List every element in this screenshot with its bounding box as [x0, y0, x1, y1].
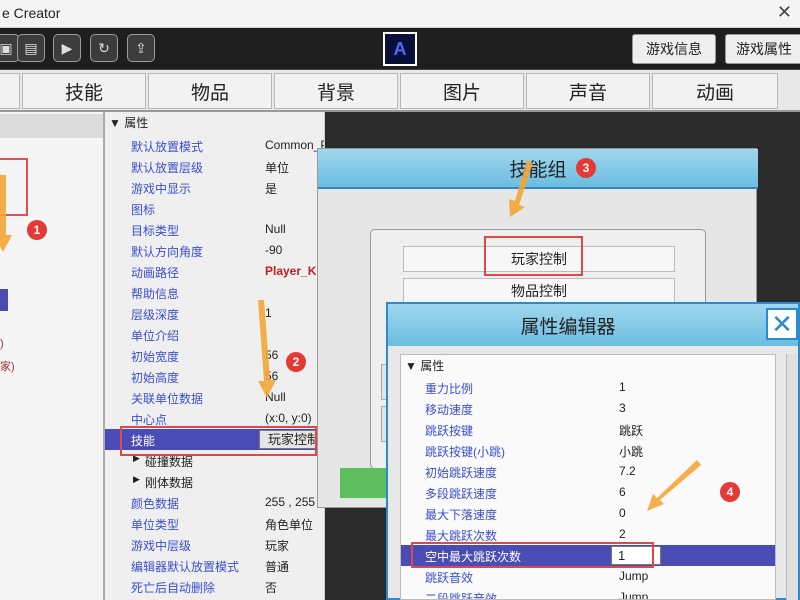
tab-images[interactable]: 图片	[400, 73, 524, 109]
property-row[interactable]: 帮助信息	[105, 282, 324, 303]
game-properties-button[interactable]: 游戏属性	[725, 34, 800, 64]
tab-backgrounds[interactable]: 背景	[274, 73, 398, 109]
attribute-section-header[interactable]: ▼ 属性	[405, 357, 444, 374]
app-logo-icon: A	[383, 32, 417, 66]
object-tag: 家)	[0, 361, 15, 373]
property-row[interactable]: 默认方向角度 -90	[105, 240, 324, 261]
window-titlebar: e Creator ✕	[0, 0, 800, 28]
game-info-button[interactable]: 游戏信息	[632, 34, 716, 64]
property-row[interactable]: 颜色数据 255 , 255	[105, 492, 324, 513]
property-row[interactable]: 编辑器默认放置模式 普通	[105, 555, 324, 576]
close-icon[interactable]: ✕	[766, 308, 798, 340]
property-row[interactable]: 单位类型 角色单位	[105, 513, 324, 534]
annotation-badge-3: 3	[576, 158, 596, 178]
object-list-header	[0, 114, 103, 138]
attribute-row[interactable]: 移动速度 3	[401, 398, 775, 419]
tab-sounds[interactable]: 声音	[526, 73, 650, 109]
resource-tabs: 技能 物品 背景 图片 声音 动画	[0, 70, 800, 112]
attribute-scrollbar[interactable]	[786, 354, 798, 600]
annotation-box-1	[0, 158, 28, 216]
property-row[interactable]: 默认放置层级 单位	[105, 156, 324, 177]
tab-previous[interactable]	[0, 73, 20, 109]
window-close-icon[interactable]: ✕	[777, 2, 792, 23]
tab-items[interactable]: 物品	[148, 73, 272, 109]
property-row[interactable]: 默认放置模式Common_Pull	[105, 135, 324, 156]
property-section-header[interactable]: ▼ 属性	[109, 114, 148, 131]
refresh-icon[interactable]: ↻	[90, 34, 118, 62]
attribute-row[interactable]: 二段跳跃音效 Jump	[401, 587, 775, 599]
property-row[interactable]: 动画路径 Player_K	[105, 261, 324, 282]
attribute-editor-title: 属性编辑器	[388, 304, 798, 346]
property-row[interactable]: 图标	[105, 198, 324, 219]
attribute-row[interactable]: 重力比例 1	[401, 377, 775, 398]
property-subsection[interactable]: ▶ 刚体数据	[105, 471, 324, 492]
toolbar: ▣ ▤ ▶ ↻ ⇪ A 游戏信息 游戏属性	[0, 28, 800, 70]
annotation-box-2	[120, 426, 317, 456]
skill-group-title: 技能组	[318, 149, 758, 189]
annotation-badge-4: 4	[720, 482, 740, 502]
annotation-badge-2: 2	[286, 352, 306, 372]
property-row[interactable]: 死亡后自动删除否	[105, 576, 324, 597]
tab-skills[interactable]: 技能	[22, 73, 146, 109]
property-row[interactable]: 游戏中层级 玩家	[105, 534, 324, 555]
object-tag: )	[0, 338, 4, 350]
selected-object-row[interactable]	[0, 289, 8, 311]
annotation-box-3	[484, 236, 583, 276]
attribute-row[interactable]: 跳跃按键(小跳) 小跳	[401, 440, 775, 461]
skill-item-item-control[interactable]: 物品控制	[403, 278, 675, 304]
save-icon[interactable]: ▤	[17, 34, 45, 62]
play-icon[interactable]: ▶	[53, 34, 81, 62]
property-row[interactable]: 关联单位数据 Null	[105, 387, 324, 408]
property-row[interactable]: 层级深度 1	[105, 303, 324, 324]
attribute-row[interactable]: 初始跳跃速度 7.2	[401, 461, 775, 482]
property-row[interactable]: 单位介绍	[105, 324, 324, 345]
property-row[interactable]: 游戏中显示是	[105, 177, 324, 198]
export-icon[interactable]: ⇪	[127, 34, 155, 62]
confirm-button[interactable]	[340, 468, 388, 498]
property-row[interactable]: 目标类型 Null	[105, 219, 324, 240]
annotation-box-4	[411, 542, 654, 568]
window-title: e Creator	[2, 5, 61, 21]
attribute-row[interactable]: 最大下落速度 0	[401, 503, 775, 524]
expand-arrow-icon: ▶	[133, 474, 140, 484]
attribute-row[interactable]: 跳跃音效 Jump	[401, 566, 775, 587]
annotation-badge-1: 1	[27, 220, 47, 240]
tab-animations[interactable]: 动画	[652, 73, 778, 109]
attribute-row[interactable]: 跳跃按键 跳跃	[401, 419, 775, 440]
